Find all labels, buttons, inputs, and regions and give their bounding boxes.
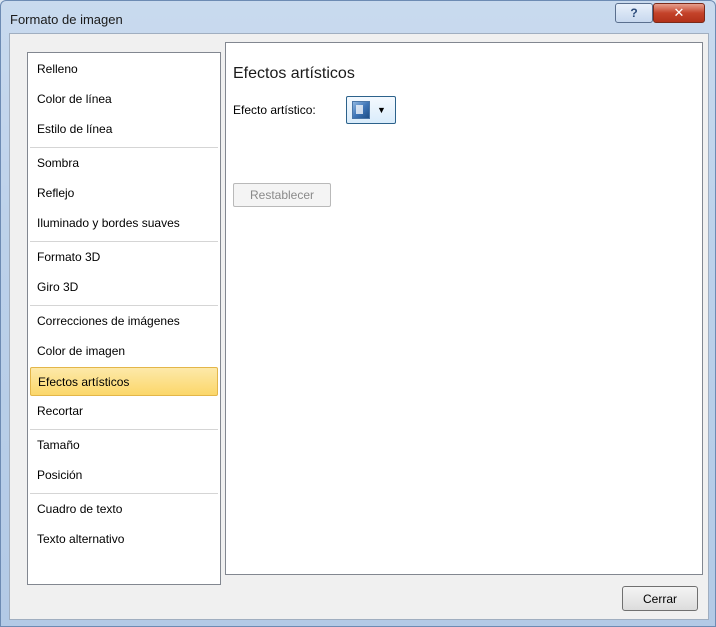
nav-divider xyxy=(30,493,218,494)
artistic-effect-label: Efecto artístico: xyxy=(233,103,316,117)
close-button[interactable]: Cerrar xyxy=(622,586,698,611)
nav-item-recortar[interactable]: Recortar xyxy=(30,397,218,426)
nav-item-cuadro-de-texto[interactable]: Cuadro de texto xyxy=(30,495,218,524)
title-bar[interactable]: Formato de imagen ? ✕ xyxy=(1,1,716,35)
nav-item-tamano[interactable]: Tamaño xyxy=(30,431,218,460)
artistic-effect-dropdown[interactable]: ▼ xyxy=(346,96,396,124)
nav-divider xyxy=(30,305,218,306)
dialog-window: Formato de imagen ? ✕ Relleno Color de l… xyxy=(0,0,716,627)
settings-panel: Efectos artísticos Efecto artístico: ▼ R… xyxy=(225,42,703,575)
chevron-down-icon: ▼ xyxy=(377,105,386,115)
nav-item-color-de-imagen[interactable]: Color de imagen xyxy=(30,337,218,366)
nav-item-giro-3d[interactable]: Giro 3D xyxy=(30,273,218,302)
nav-item-iluminado[interactable]: Iluminado y bordes suaves xyxy=(30,209,218,238)
panel-title: Efectos artísticos xyxy=(233,65,355,82)
nav-item-reflejo[interactable]: Reflejo xyxy=(30,179,218,208)
dialog-title: Formato de imagen xyxy=(10,12,123,27)
artistic-effect-icon xyxy=(352,101,370,119)
help-button[interactable]: ? xyxy=(615,3,653,23)
nav-item-relleno[interactable]: Relleno xyxy=(30,55,218,84)
nav-item-estilo-de-linea[interactable]: Estilo de línea xyxy=(30,115,218,144)
nav-divider xyxy=(30,147,218,148)
nav-item-sombra[interactable]: Sombra xyxy=(30,149,218,178)
nav-item-color-de-linea[interactable]: Color de línea xyxy=(30,85,218,114)
nav-item-texto-alternativo[interactable]: Texto alternativo xyxy=(30,525,218,554)
reset-button[interactable]: Restablecer xyxy=(233,183,331,207)
help-icon: ? xyxy=(630,6,638,20)
dialog-client-area: Relleno Color de línea Estilo de línea S… xyxy=(9,33,709,620)
close-icon: ✕ xyxy=(673,5,685,20)
nav-divider xyxy=(30,429,218,430)
nav-item-efectos-artisticos[interactable]: Efectos artísticos xyxy=(30,367,218,396)
nav-item-posicion[interactable]: Posición xyxy=(30,461,218,490)
nav-item-formato-3d[interactable]: Formato 3D xyxy=(30,243,218,272)
category-list: Relleno Color de línea Estilo de línea S… xyxy=(27,52,221,585)
nav-divider xyxy=(30,241,218,242)
nav-item-correcciones[interactable]: Correcciones de imágenes xyxy=(30,307,218,336)
close-window-button[interactable]: ✕ xyxy=(653,3,705,23)
